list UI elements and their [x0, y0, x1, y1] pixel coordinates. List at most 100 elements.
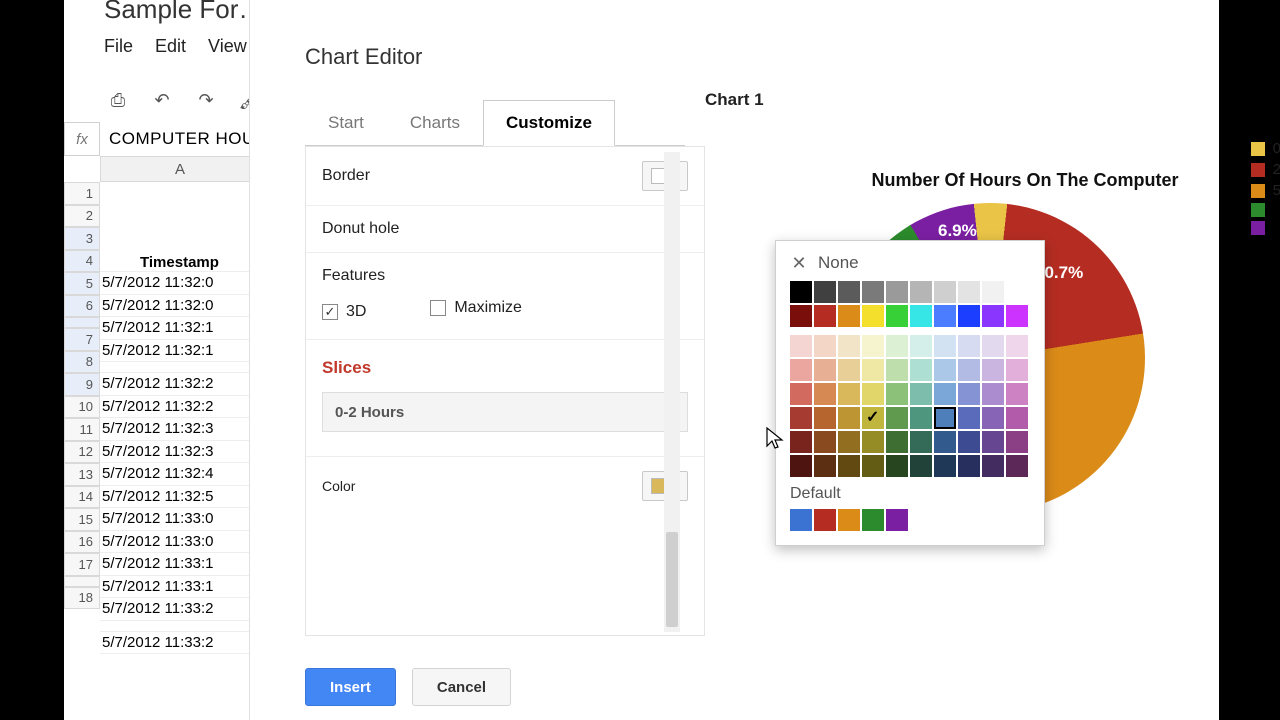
row-header[interactable]: 2: [64, 205, 100, 228]
row-header[interactable]: 7: [64, 328, 100, 351]
color-swatch[interactable]: [910, 383, 932, 405]
color-swatch[interactable]: [790, 359, 812, 381]
color-swatch[interactable]: [910, 305, 932, 327]
color-swatch[interactable]: [1006, 281, 1028, 303]
color-swatch[interactable]: [886, 359, 908, 381]
color-swatch-default[interactable]: [814, 509, 836, 531]
color-swatch[interactable]: [934, 335, 956, 357]
color-swatch[interactable]: [886, 383, 908, 405]
cancel-button[interactable]: Cancel: [412, 668, 511, 706]
color-swatch[interactable]: [838, 383, 860, 405]
color-swatch[interactable]: [1006, 305, 1028, 327]
color-swatch[interactable]: [934, 281, 956, 303]
insert-button[interactable]: Insert: [305, 668, 396, 706]
row-header[interactable]: 13: [64, 463, 100, 486]
tab-charts[interactable]: Charts: [387, 100, 483, 146]
color-none-option[interactable]: ✕ None: [790, 253, 1030, 273]
color-swatch-default[interactable]: [862, 509, 884, 531]
color-swatch-default[interactable]: [790, 509, 812, 531]
color-swatch[interactable]: [838, 407, 860, 429]
color-swatch[interactable]: [838, 281, 860, 303]
color-swatch[interactable]: [862, 407, 884, 429]
color-swatch[interactable]: [790, 407, 812, 429]
color-swatch[interactable]: [982, 335, 1004, 357]
row-header[interactable]: 15: [64, 508, 100, 531]
row-header[interactable]: 1: [64, 182, 100, 205]
color-swatch[interactable]: [790, 431, 812, 453]
tab-start[interactable]: Start: [305, 100, 387, 146]
color-swatch[interactable]: [958, 383, 980, 405]
color-swatch[interactable]: [790, 281, 812, 303]
color-swatch[interactable]: [886, 431, 908, 453]
color-swatch[interactable]: [814, 281, 836, 303]
color-swatch[interactable]: [910, 359, 932, 381]
color-swatch[interactable]: [982, 431, 1004, 453]
color-swatch[interactable]: [814, 383, 836, 405]
tab-customize[interactable]: Customize: [483, 100, 615, 146]
color-swatch-default[interactable]: [886, 509, 908, 531]
row-header[interactable]: 14: [64, 486, 100, 509]
color-swatch[interactable]: [1006, 383, 1028, 405]
color-swatch[interactable]: [982, 407, 1004, 429]
color-swatch[interactable]: [982, 305, 1004, 327]
row-header[interactable]: 3: [64, 227, 100, 250]
formula-bar-value[interactable]: COMPUTER HOU: [109, 122, 255, 156]
scrollbar-thumb[interactable]: [666, 532, 678, 627]
menu-edit[interactable]: Edit: [155, 36, 186, 57]
color-swatch[interactable]: [1006, 335, 1028, 357]
color-swatch[interactable]: [814, 359, 836, 381]
print-icon[interactable]: ⎙: [104, 86, 132, 114]
row-header[interactable]: 17: [64, 553, 100, 576]
undo-icon[interactable]: ↶: [148, 86, 176, 114]
menu-file[interactable]: File: [104, 36, 133, 57]
row-header[interactable]: 16: [64, 531, 100, 554]
color-swatch[interactable]: [886, 335, 908, 357]
color-swatch[interactable]: [958, 305, 980, 327]
color-swatch[interactable]: [838, 431, 860, 453]
color-swatch[interactable]: [862, 359, 884, 381]
color-swatch[interactable]: [958, 359, 980, 381]
checkbox-3d[interactable]: ✓3D: [322, 303, 366, 321]
color-swatch-default[interactable]: [838, 509, 860, 531]
checkbox-maximize[interactable]: Maximize: [430, 299, 522, 317]
color-swatch[interactable]: [790, 455, 812, 477]
color-swatch[interactable]: [934, 455, 956, 477]
color-swatch[interactable]: [862, 335, 884, 357]
row-header[interactable]: 8: [64, 351, 100, 374]
color-swatch[interactable]: [982, 281, 1004, 303]
column-header-a[interactable]: A: [100, 156, 260, 182]
color-swatch[interactable]: [1006, 431, 1028, 453]
row-header[interactable]: 9: [64, 373, 100, 396]
panel-scrollbar[interactable]: [664, 152, 680, 632]
row-header[interactable]: 6: [64, 295, 100, 318]
color-swatch[interactable]: [982, 455, 1004, 477]
color-swatch[interactable]: [910, 335, 932, 357]
slice-selector[interactable]: 0-2 Hours: [322, 392, 688, 432]
color-swatch[interactable]: [958, 281, 980, 303]
color-swatch[interactable]: [934, 383, 956, 405]
color-swatch[interactable]: [838, 335, 860, 357]
color-swatch[interactable]: [862, 455, 884, 477]
color-swatch[interactable]: [814, 407, 836, 429]
color-swatch[interactable]: [862, 281, 884, 303]
color-swatch[interactable]: [838, 455, 860, 477]
row-header[interactable]: 4: [64, 250, 100, 273]
color-swatch[interactable]: [910, 407, 932, 429]
color-swatch[interactable]: [790, 383, 812, 405]
color-swatch[interactable]: [838, 305, 860, 327]
color-swatch[interactable]: [886, 305, 908, 327]
color-swatch[interactable]: [886, 407, 908, 429]
color-swatch[interactable]: [1006, 407, 1028, 429]
color-swatch[interactable]: [982, 359, 1004, 381]
color-swatch[interactable]: [934, 305, 956, 327]
color-swatch[interactable]: [910, 281, 932, 303]
color-swatch[interactable]: [958, 407, 980, 429]
row-header[interactable]: [64, 317, 100, 328]
color-swatch[interactable]: [982, 383, 1004, 405]
color-swatch[interactable]: [862, 383, 884, 405]
color-swatch[interactable]: [862, 431, 884, 453]
color-swatch[interactable]: [934, 359, 956, 381]
color-swatch[interactable]: [958, 431, 980, 453]
redo-icon[interactable]: ↷: [192, 86, 220, 114]
color-swatch[interactable]: [958, 455, 980, 477]
